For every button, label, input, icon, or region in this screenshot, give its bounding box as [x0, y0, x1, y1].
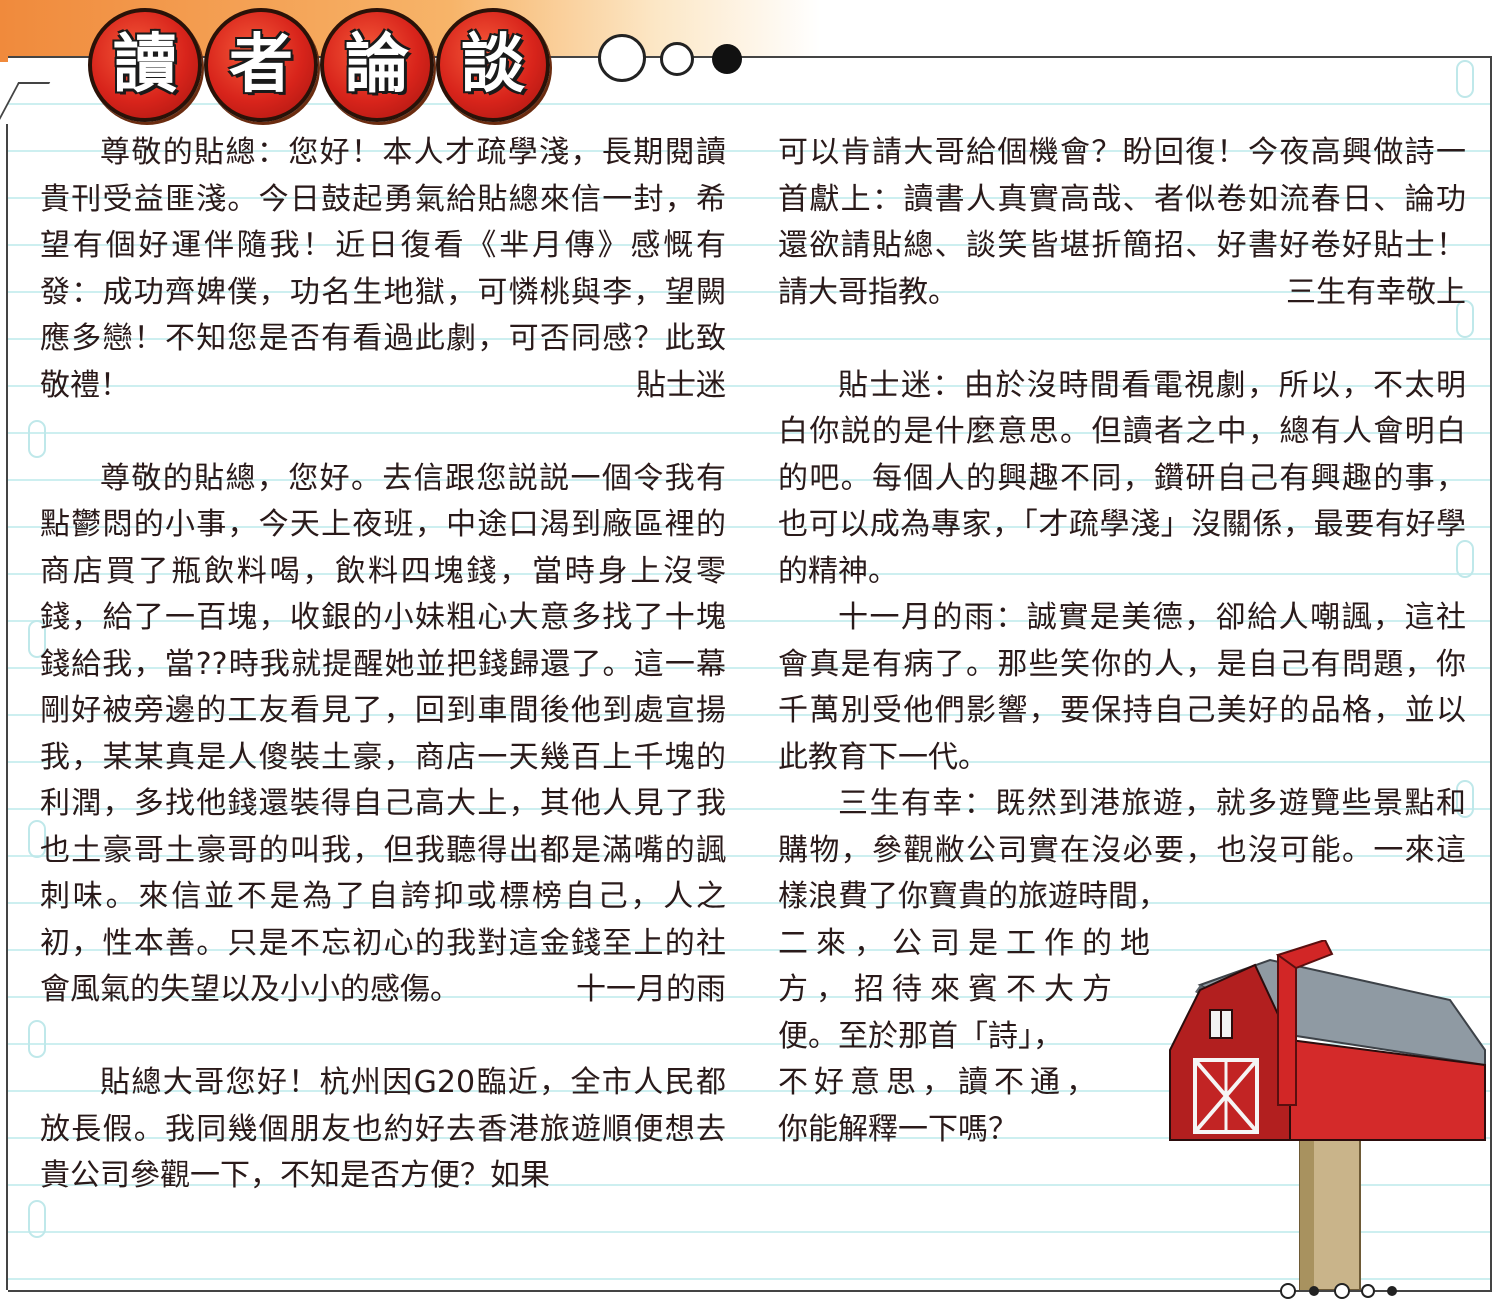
title-badge: 談	[436, 8, 550, 122]
letter-signature: 貼士迷	[636, 367, 726, 403]
letter-body: 貼總大哥您好！杭州因G20臨近，全市人民都放長假。我同幾個朋友也約好去香港旅遊順…	[40, 1065, 726, 1193]
mailbox-icon	[1169, 940, 1486, 1290]
letter-signature: 十一月的雨	[576, 972, 726, 1007]
title-badge: 讀	[88, 8, 202, 122]
left-column: 尊敬的貼總：您好！本人才疏學淺，長期閱讀貴刊受益匪淺。今日鼓起勇氣給貼總來信一封…	[40, 130, 726, 1200]
editor-reply: 三生有幸：既然到港旅遊，就多遊覽些景點和購物，參觀敝公司實在沒必要，也沒可能。一…	[778, 786, 1466, 914]
letter-signature: 三生有幸敬上	[1286, 274, 1466, 310]
decor-dot-filled	[712, 44, 742, 74]
footer-decor-dots	[1280, 1283, 1397, 1299]
reply-line: 二來，公司是工作的地	[778, 925, 1158, 961]
reply-line: 你能解釋一下嗎？	[778, 1111, 1018, 1147]
section-title: 讀 者 論 談	[88, 8, 550, 122]
reply-line: 方，招待來賓不大方	[778, 972, 1120, 1007]
decor-dot-medium	[660, 42, 694, 76]
reply-line: 不好意思，讀不通，	[778, 1065, 1102, 1100]
editor-reply: 十一月的雨：誠實是美德，卻給人嘲諷，這社會真是有病了。那些笑你的人，是自己有問題…	[778, 600, 1466, 775]
editor-reply: 貼士迷：由於沒時間看電視劇，所以，不太明白你説的是什麼意思。但讀者之中，總有人會…	[778, 367, 1466, 589]
title-badge: 論	[320, 8, 434, 122]
letter-body: 尊敬的貼總：您好！本人才疏學淺，長期閱讀貴刊受益匪淺。今日鼓起勇氣給貼總來信一封…	[40, 130, 726, 409]
title-badge: 者	[204, 8, 318, 122]
paper-left-edge	[6, 124, 8, 1290]
letter-body: 尊敬的貼總，您好。去信跟您説説一個令我有點鬱悶的小事，今天上夜班，中途口渴到廠區…	[40, 456, 726, 1014]
letter-body: 可以肯請大哥給個機會？盼回復！今夜高興做詩一首獻上：讀書人真實高哉、者似卷如流春…	[778, 130, 1466, 316]
reply-line: 便。至於那首「詩」，	[778, 1018, 1063, 1054]
decor-dot-large	[598, 34, 646, 82]
